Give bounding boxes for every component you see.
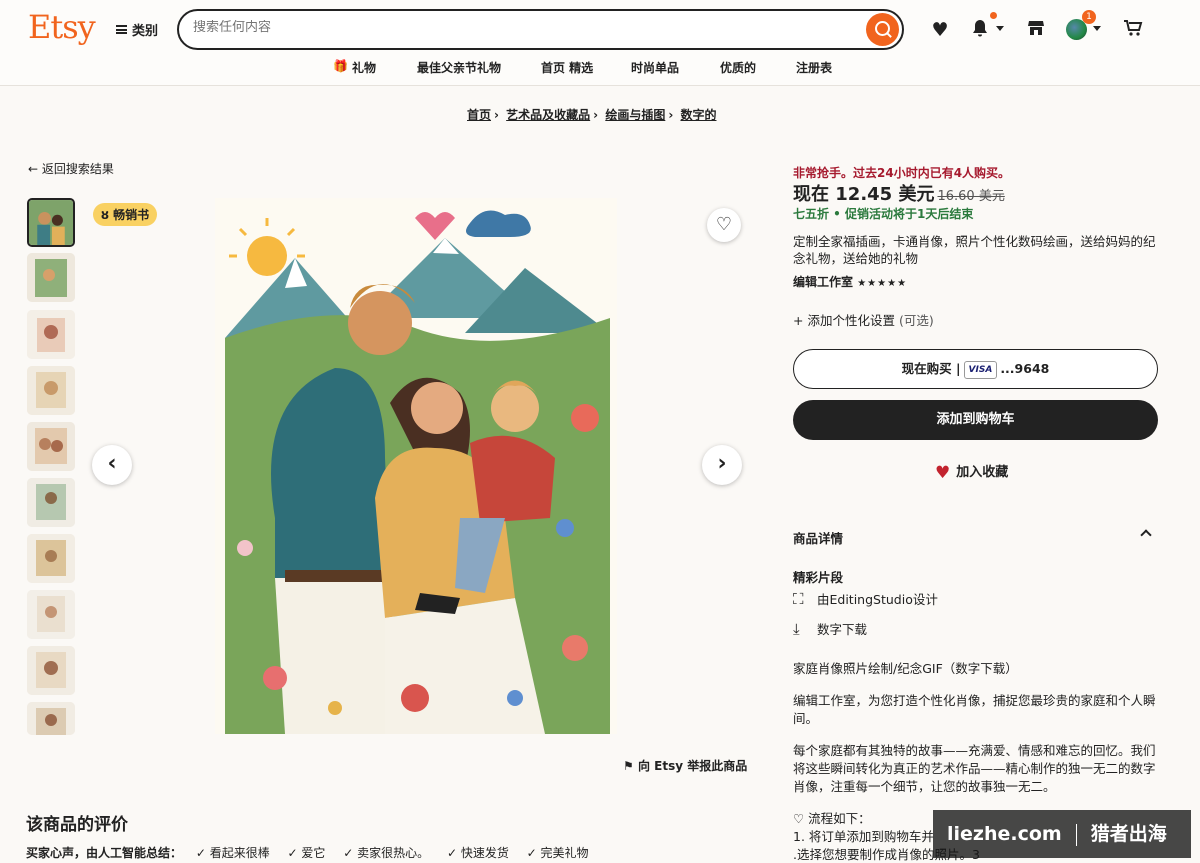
thumbnail-9[interactable] xyxy=(27,646,75,695)
nav-item-premium[interactable]: 优质的 xyxy=(720,59,756,76)
card-number: ...9648 xyxy=(1000,361,1050,376)
chevron-down-icon xyxy=(1093,26,1101,31)
account-badge: 1 xyxy=(1082,10,1096,24)
chevron-left-icon: ‹ xyxy=(107,451,117,476)
summary-tag: ✓ 完美礼物 xyxy=(526,846,589,860)
next-image-button[interactable]: › xyxy=(702,445,742,485)
heart-icon: ♥ xyxy=(935,463,951,483)
favorite-heart-button[interactable]: ♡ xyxy=(707,208,741,242)
nav-item-gifts[interactable]: 礼物 xyxy=(352,59,376,76)
breadcrumb: 首页 › 艺术品及收藏品 › 绘画与插图 › 数字的 xyxy=(467,108,717,122)
search-bar xyxy=(177,9,904,50)
item-details-heading[interactable]: 商品详情 xyxy=(793,528,1163,547)
categories-label: 类别 xyxy=(132,24,159,39)
thumbnail-3[interactable] xyxy=(27,310,75,359)
menu-icon xyxy=(116,25,127,34)
favorites-heart-icon[interactable]: ♥ xyxy=(928,18,952,42)
notification-dot xyxy=(990,12,997,19)
description-paragraph: 每个家庭都有其独特的故事——充满爱、情感和难忘的回忆。我们将这些瞬间转化为真正的… xyxy=(793,743,1156,794)
thumbnail-10[interactable] xyxy=(27,702,75,735)
shop-manager-icon[interactable] xyxy=(1024,18,1048,42)
reviews-heading: 该商品的评价 xyxy=(26,815,128,835)
product-title: 定制全家福插画，卡通肖像，照片个性化数码绘画，送给妈妈的纪念礼物，送给她的礼物 xyxy=(793,234,1156,266)
add-to-favorites-button[interactable]: ♥ 加入收藏 xyxy=(935,461,1008,483)
breadcrumb-home[interactable]: 首页 xyxy=(467,108,491,122)
shop-info: 编辑工作室 ★★★★★ xyxy=(793,273,1163,290)
add-personalization-button[interactable]: + 添加个性化设置 (可选) xyxy=(793,310,1163,329)
summary-tag: ✓ 看起来很棒 xyxy=(195,846,270,860)
description-paragraph: 家庭肖像照片绘制/纪念GIF（数字下载） xyxy=(793,661,1018,676)
summary-label: 买家心声，由人工智能总结： xyxy=(26,846,183,860)
add-to-cart-button[interactable]: 添加到购物车 xyxy=(793,400,1158,440)
categories-button[interactable]: 类别 xyxy=(116,20,158,39)
etsy-logo[interactable]: Etsy xyxy=(28,8,96,46)
price: 现在 12.45 美元 16.60 美元 xyxy=(793,180,1163,206)
visa-card-icon: VISA xyxy=(963,360,998,379)
thumbnail-8[interactable] xyxy=(27,590,75,639)
chevron-down-icon xyxy=(996,26,1004,31)
site-header: Etsy 类别 ♥ 1 🎁 礼物 最佳父亲节礼物 首页 精选 时尚单品 优质的 … xyxy=(0,0,1200,86)
thumbnail-1[interactable] xyxy=(27,198,75,247)
medal-icon: ȣ xyxy=(101,208,109,222)
thumbnail-6[interactable] xyxy=(27,478,75,527)
description-paragraph: 编辑工作室，为您打造个性化肖像，捕捉您最珍贵的家庭和个人瞬间。 xyxy=(793,693,1156,726)
nav-item-registry[interactable]: 注册表 xyxy=(796,59,832,76)
summary-tag: ✓ 卖家很热心。 xyxy=(343,846,430,860)
notifications-bell-icon[interactable] xyxy=(968,18,992,42)
shop-name-link[interactable]: 编辑工作室 xyxy=(793,275,853,289)
summary-tag: ✓ 快速发货 xyxy=(446,846,509,860)
report-item-link[interactable]: ⚑ 向 Etsy 举报此商品 xyxy=(623,757,747,774)
summary-tag: ✓ 爱它 xyxy=(287,846,326,860)
designed-by: ⛶ 由EditingStudio设计 xyxy=(793,590,938,608)
previous-image-button[interactable]: ‹ xyxy=(92,445,132,485)
thumbnail-5[interactable] xyxy=(27,422,75,471)
current-price: 现在 12.45 美元 xyxy=(793,184,935,205)
sale-message: 七五折 • 促销活动将于1天后结束 xyxy=(793,207,974,221)
design-icon: ⛶ xyxy=(793,590,804,608)
thumbnail-2[interactable] xyxy=(27,253,75,302)
nav-item-fashion[interactable]: 时尚单品 xyxy=(631,59,679,76)
nav-gift-icon: 🎁 xyxy=(333,59,348,73)
chevron-right-icon: › xyxy=(717,451,727,476)
main-product-image[interactable] xyxy=(215,198,617,734)
nav-item-fathers-day[interactable]: 最佳父亲节礼物 xyxy=(417,59,501,76)
buy-now-button[interactable]: 现在购买 | VISA ...9648 xyxy=(793,349,1158,389)
download-icon: ⤓ xyxy=(793,620,800,638)
ai-review-summary: 买家心声，由人工智能总结： ✓ 看起来很棒 ✓ 爱它 ✓ 卖家很热心。 ✓ 快速… xyxy=(26,844,603,861)
digital-download: ⤓ 数字下载 xyxy=(793,620,868,638)
back-to-results-link[interactable]: ← 返回搜索结果 xyxy=(28,160,114,177)
optional-label: (可选) xyxy=(898,313,934,328)
plus-icon: + xyxy=(793,313,804,328)
thumbnail-4[interactable] xyxy=(27,366,75,415)
breadcrumb-painting[interactable]: 绘画与插图 xyxy=(605,108,665,122)
breadcrumb-art[interactable]: 艺术品及收藏品 xyxy=(506,108,590,122)
cart-icon[interactable] xyxy=(1121,18,1145,42)
thumbnail-7[interactable] xyxy=(27,534,75,583)
heart-outline-icon: ♡ xyxy=(715,214,733,235)
bestseller-badge: ȣ 畅销书 xyxy=(93,203,158,226)
watermark-overlay: liezhe.com 猎者出海 xyxy=(933,810,1191,858)
nav-item-home-picks[interactable]: 首页 精选 xyxy=(541,59,593,76)
search-input[interactable] xyxy=(193,20,833,35)
rating-stars: ★★★★★ xyxy=(857,278,908,289)
search-button[interactable] xyxy=(866,13,899,46)
category-nav: 🎁 礼物 最佳父亲节礼物 首页 精选 时尚单品 优质的 注册表 xyxy=(0,59,1200,79)
original-price: 16.60 美元 xyxy=(937,189,1005,204)
urgency-message: 非常抢手。过去24小时内已有4人购买。 xyxy=(793,166,1011,180)
breadcrumb-digital[interactable]: 数字的 xyxy=(680,108,716,122)
flag-icon: ⚑ xyxy=(623,759,634,773)
highlights-heading: 精彩片段 xyxy=(793,570,844,585)
